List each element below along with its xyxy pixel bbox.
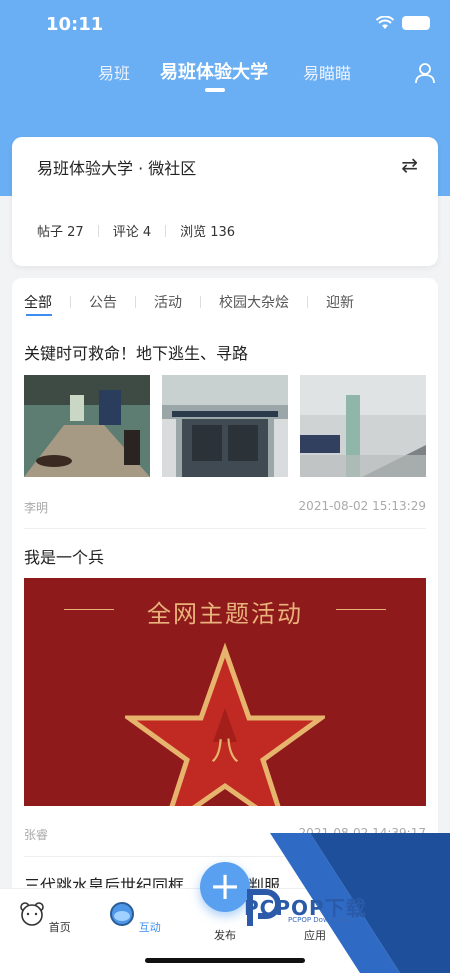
category-all[interactable]: 全部 [24, 292, 52, 312]
bottom-tab-label: 首页 [48, 921, 71, 934]
interact-planet-icon [110, 902, 135, 926]
post-author: 李明 [24, 501, 49, 515]
stat-posts: 帖子 27 [37, 225, 84, 240]
bottom-tab-label: 发布 [214, 929, 236, 942]
stat-comments: 评论 4 [112, 225, 152, 240]
post-image-corridor[interactable] [24, 375, 150, 477]
post-meta: 李明 2021-08-02 15:13:29 [24, 499, 426, 516]
battery-icon [402, 16, 430, 30]
home-indicator [145, 958, 305, 963]
home-bear-icon [20, 902, 45, 926]
bottom-tab-label: 互动 [138, 921, 161, 934]
post-author: 张睿 [24, 828, 49, 842]
post-title[interactable]: 我是一个兵 [24, 544, 104, 568]
tab-yiban[interactable]: 易班 [98, 60, 130, 84]
plus-icon: + [209, 864, 241, 908]
community-header-card: 易班体验大学 · 微社区 ⇄ 帖子 27 评论 4 浏览 136 [12, 137, 438, 266]
post-feed: 全部 公告 活动 校园大杂烩 迎新 关键时可救命！地下逃生、寻路 李明 2021… [12, 278, 438, 898]
community-title: 易班体验大学 · 微社区 [37, 159, 197, 178]
red-star-icon: 八 [125, 642, 325, 806]
post-image-station[interactable] [300, 375, 426, 477]
bottom-tab-interact[interactable]: 互动 [105, 901, 165, 935]
category-welcome[interactable]: 迎新 [326, 292, 354, 312]
stat-views: 浏览 136 [180, 225, 236, 240]
category-campus-mix[interactable]: 校园大杂烩 [219, 292, 289, 312]
status-bar: 10:11 [0, 0, 450, 50]
community-stats: 帖子 27 评论 4 浏览 136 [37, 221, 235, 240]
top-nav: 易班 易班体验大学 易瞄瞄 [0, 58, 450, 98]
bottom-tab-publish[interactable]: 发布 [195, 927, 255, 943]
watermark-subtext: PCPOP Download [288, 916, 349, 924]
publish-button[interactable]: + [200, 862, 250, 912]
tab-yimiaomiao[interactable]: 易瞄瞄 [303, 60, 351, 84]
banner-title: 全网主题活动 [147, 600, 303, 628]
wifi-icon [376, 16, 394, 29]
status-time: 10:11 [46, 14, 104, 35]
category-notice[interactable]: 公告 [89, 292, 117, 312]
tab-experience-university[interactable]: 易班体验大学 [160, 58, 268, 84]
category-active-indicator [26, 314, 52, 316]
post-title[interactable]: 关键时可救命！地下逃生、寻路 [24, 340, 248, 364]
user-profile-icon[interactable] [414, 62, 436, 84]
category-activity[interactable]: 活动 [154, 292, 182, 312]
post-image-subway[interactable] [162, 375, 288, 477]
post-image-banner[interactable]: 全网主题活动 八 [24, 578, 426, 806]
post-divider [24, 528, 426, 529]
category-tabs: 全部 公告 活动 校园大杂烩 迎新 [24, 292, 354, 316]
post-date: 2021-08-02 15:13:29 [298, 499, 426, 513]
active-tab-indicator [205, 88, 225, 92]
svg-text:八: 八 [211, 734, 239, 767]
switch-icon[interactable]: ⇄ [401, 153, 418, 177]
banner-line-right [336, 609, 386, 610]
bottom-tab-home[interactable]: 首页 [15, 901, 75, 935]
